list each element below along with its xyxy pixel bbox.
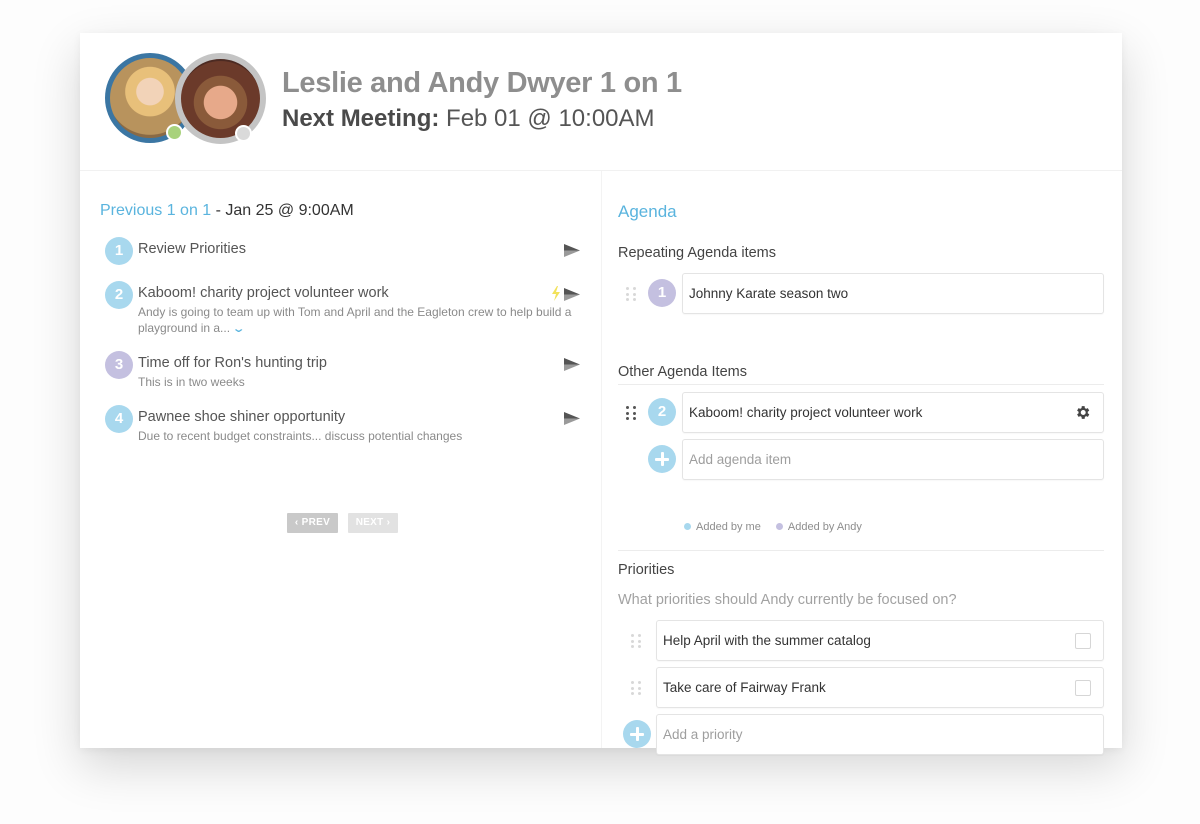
next-meeting: Next Meeting: Feb 01 @ 10:00AM bbox=[282, 105, 655, 133]
next-label: NEXT bbox=[355, 517, 384, 528]
priority-item-field[interactable]: Help April with the summer catalog bbox=[656, 620, 1104, 661]
priority-text: Help April with the summer catalog bbox=[663, 633, 871, 648]
legend-label: Added by me bbox=[696, 521, 761, 533]
avatar-andy[interactable] bbox=[175, 53, 266, 144]
priority-item-field[interactable]: Take care of Fairway Frank bbox=[656, 667, 1104, 708]
legend-item-me: Added by me bbox=[684, 521, 761, 533]
repeating-section-title: Repeating Agenda items bbox=[618, 245, 776, 261]
send-to-agenda-icon[interactable] bbox=[564, 412, 580, 425]
add-priority-icon[interactable] bbox=[623, 720, 651, 748]
section-divider bbox=[618, 550, 1104, 551]
agenda-item-text: Johnny Karate season two bbox=[689, 286, 849, 301]
chevron-right-icon: › bbox=[386, 517, 391, 528]
other-section-title: Other Agenda Items bbox=[618, 364, 747, 380]
next-button[interactable]: NEXT › bbox=[348, 513, 398, 533]
legend-label: Added by Andy bbox=[787, 521, 862, 533]
lightning-flag-icon bbox=[552, 286, 560, 301]
priority-checkbox[interactable] bbox=[1075, 680, 1091, 696]
prev-button[interactable]: ‹ PREV bbox=[287, 513, 338, 533]
agenda-number-badge: 1 bbox=[648, 279, 676, 307]
item-title: Review Priorities bbox=[138, 241, 246, 257]
item-number-badge: 2 bbox=[105, 281, 133, 309]
meeting-header: Leslie and Andy Dwyer 1 on 1 Next Meetin… bbox=[80, 33, 1122, 171]
send-to-agenda-icon[interactable] bbox=[564, 288, 580, 301]
legend-dot-icon bbox=[684, 523, 691, 530]
next-meeting-date: Feb 01 @ 10:00AM bbox=[446, 105, 655, 132]
agenda-item-text: Kaboom! charity project volunteer work bbox=[689, 405, 923, 420]
item-description: Due to recent budget constraints... disc… bbox=[138, 429, 463, 443]
agenda-item-field[interactable]: Kaboom! charity project volunteer work bbox=[682, 392, 1104, 433]
previous-item: 1 Review Priorities bbox=[105, 237, 585, 267]
agenda-item-field[interactable]: Johnny Karate season two bbox=[682, 273, 1104, 314]
add-agenda-item-input[interactable] bbox=[683, 440, 1103, 479]
priority-checkbox[interactable] bbox=[1075, 633, 1091, 649]
previous-item: 4 Pawnee shoe shiner opportunity Due to … bbox=[105, 405, 585, 445]
gear-icon[interactable] bbox=[1074, 404, 1091, 421]
item-description-text: Andy is going to team up with Tom and Ap… bbox=[138, 305, 572, 335]
column-divider bbox=[601, 171, 602, 748]
offline-status-icon bbox=[235, 125, 252, 142]
next-meeting-label: Next Meeting: bbox=[282, 105, 440, 132]
previous-meeting-link[interactable]: Previous 1 on 1 bbox=[100, 202, 211, 219]
prev-label: PREV bbox=[301, 517, 331, 528]
agenda-number-badge: 2 bbox=[648, 398, 676, 426]
section-divider bbox=[618, 384, 1104, 385]
legend-item-andy: Added by Andy bbox=[775, 521, 862, 533]
item-title: Kaboom! charity project volunteer work bbox=[138, 285, 389, 301]
item-title: Time off for Ron's hunting trip bbox=[138, 355, 327, 371]
drag-handle-icon[interactable] bbox=[626, 406, 636, 420]
send-to-agenda-icon[interactable] bbox=[564, 358, 580, 371]
drag-handle-icon[interactable] bbox=[631, 681, 641, 695]
add-priority-field[interactable] bbox=[656, 714, 1104, 755]
item-number-badge: 4 bbox=[105, 405, 133, 433]
item-number-badge: 3 bbox=[105, 351, 133, 379]
item-description: Andy is going to team up with Tom and Ap… bbox=[138, 305, 578, 337]
previous-item: 3 Time off for Ron's hunting trip This i… bbox=[105, 351, 585, 391]
priority-text: Take care of Fairway Frank bbox=[663, 680, 826, 695]
previous-meeting-date: - Jan 25 @ 9:00AM bbox=[211, 202, 354, 219]
item-description: This is in two weeks bbox=[138, 375, 245, 389]
add-agenda-item-field[interactable] bbox=[682, 439, 1104, 480]
online-status-icon bbox=[166, 124, 183, 141]
one-on-one-card: Leslie and Andy Dwyer 1 on 1 Next Meetin… bbox=[80, 33, 1122, 755]
legend-dot-icon bbox=[775, 523, 783, 530]
meeting-title: Leslie and Andy Dwyer 1 on 1 bbox=[282, 67, 682, 99]
agenda-heading: Agenda bbox=[618, 202, 677, 221]
previous-heading: Previous 1 on 1 - Jan 25 @ 9:00AM bbox=[100, 202, 354, 220]
drag-handle-icon[interactable] bbox=[631, 634, 641, 648]
send-to-agenda-icon[interactable] bbox=[564, 244, 580, 257]
previous-item: 2 Kaboom! charity project volunteer work… bbox=[105, 281, 585, 337]
drag-handle-icon[interactable] bbox=[626, 287, 636, 301]
chevron-left-icon: ‹ bbox=[294, 517, 299, 528]
item-number-badge: 1 bbox=[105, 237, 133, 265]
item-title: Pawnee shoe shiner opportunity bbox=[138, 409, 346, 425]
add-priority-input[interactable] bbox=[657, 715, 1103, 754]
expand-chevron-icon[interactable]: ⌄ bbox=[232, 322, 246, 338]
priorities-section-title: Priorities bbox=[618, 562, 675, 578]
agenda-legend: Added by me Added by Andy bbox=[684, 521, 874, 533]
priorities-prompt: What priorities should Andy currently be… bbox=[618, 592, 957, 608]
add-agenda-item-icon[interactable] bbox=[648, 445, 676, 473]
